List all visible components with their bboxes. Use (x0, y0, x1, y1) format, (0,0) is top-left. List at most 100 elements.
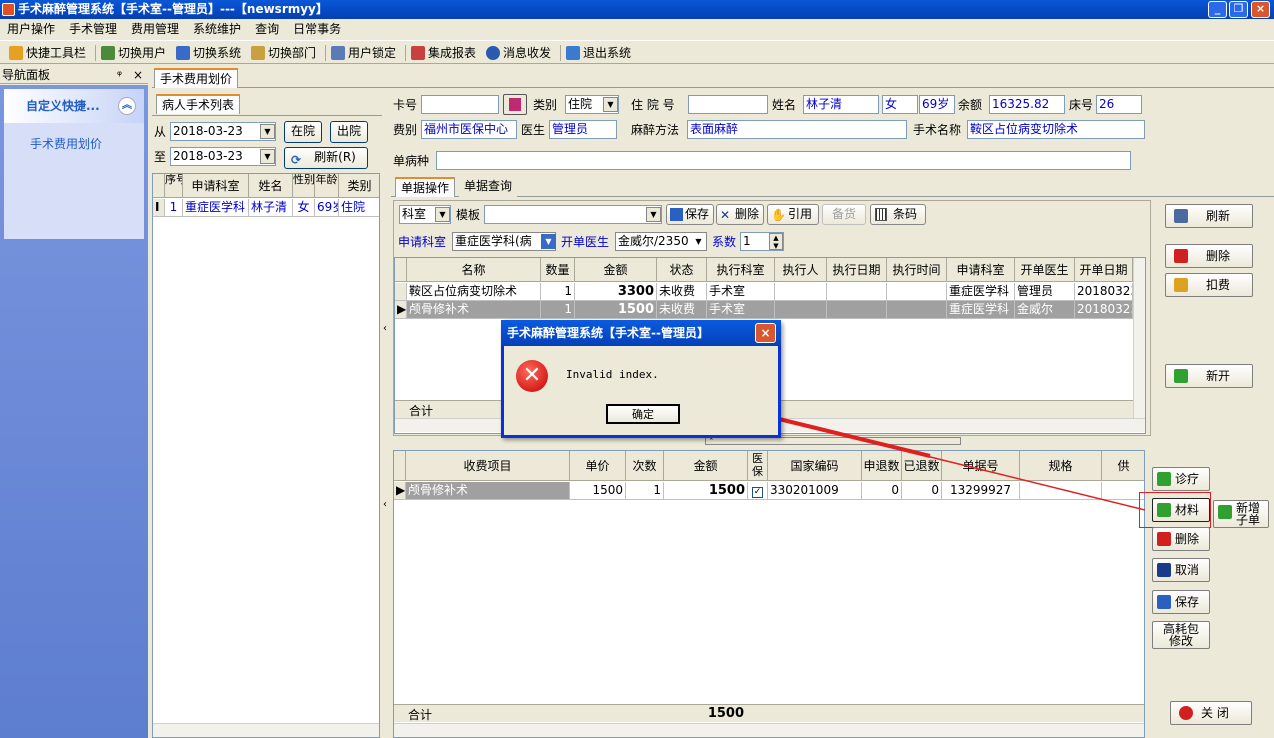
close-button[interactable]: × (1251, 1, 1270, 18)
chevron-down-icon[interactable]: ▼ (260, 124, 275, 139)
chevron-down-icon[interactable]: ▼ (260, 149, 275, 164)
bed-label: 床号 (1069, 98, 1094, 112)
menu-query[interactable]: 查询 (248, 19, 286, 39)
upper-vscroll[interactable] (1133, 258, 1145, 418)
tab-doc-query[interactable]: 单据查询 (459, 177, 518, 197)
chevron-down-icon[interactable]: ▼ (691, 234, 706, 249)
barcode-button[interactable]: 条码 (870, 204, 926, 225)
toolbar-switch-system[interactable]: 切换系统 (175, 44, 241, 62)
system-icon (176, 46, 190, 60)
cell-exec-dept: 手术室 (707, 301, 775, 319)
maximize-button[interactable]: ❐ (1229, 1, 1248, 18)
table-row[interactable]: ▶ 颅骨修补术 1 1500 未收费 手术室 重症医学科 金威尔 2018032… (395, 301, 1135, 319)
cell-item: 颅骨修补术 (406, 482, 570, 500)
menu-surgery[interactable]: 手术管理 (62, 19, 124, 39)
cite-button[interactable]: ✋ 引用 (767, 204, 819, 225)
toolbar-switch-dept[interactable]: 切换部门 (250, 44, 316, 62)
high-consumption-button[interactable]: 高耗包 修改 (1152, 621, 1210, 649)
refresh-button[interactable]: 刷新 (1165, 204, 1253, 228)
new-button[interactable]: 新开 (1165, 364, 1253, 388)
nav-panel: 自定义快捷... ︽ 手术费用划价 (0, 85, 148, 738)
collapse-left-icon[interactable]: ‹ (383, 323, 387, 334)
toolbar-quick[interactable]: 快捷工具栏 (8, 44, 86, 62)
deduct-button[interactable]: 扣费 (1165, 273, 1253, 297)
cell-no: 1 (165, 199, 183, 217)
nav-item-surgery-fee[interactable]: 手术费用划价 (4, 123, 144, 152)
exit-icon (566, 46, 580, 60)
save-charge-button[interactable]: 保存 (1152, 590, 1210, 614)
toolbar-lock[interactable]: 用户锁定 (330, 44, 396, 62)
col-header-dept: 申请科室 (183, 174, 249, 198)
minimize-button[interactable]: _ (1208, 1, 1227, 18)
cell-exec-time (887, 283, 947, 301)
dialog-ok-button[interactable]: 确定 (606, 404, 680, 424)
nav-close-icon[interactable]: × (133, 66, 143, 84)
new-subdoc-button[interactable]: 新增 子单 (1213, 500, 1269, 528)
card-input[interactable] (421, 95, 499, 114)
clinic-button[interactable]: 诊疗 (1152, 467, 1210, 491)
delete-charge-button[interactable]: 删除 (1152, 527, 1210, 551)
refresh-list-button[interactable]: ⟳ 刷新(R) (284, 147, 368, 169)
spinner-icon[interactable]: ▲ ▼ (769, 233, 783, 250)
table-row[interactable]: I 1 重症医学科 林子清 女 69岁 住院 (153, 199, 379, 217)
toolbar-exit[interactable]: 退出系统 (565, 44, 631, 62)
toolbar-separator (405, 45, 406, 61)
splitter[interactable]: ‹ ‹ (383, 89, 391, 738)
tab-surgery-fee[interactable]: 手术费用划价 (154, 68, 239, 88)
cell-name: 鞍区占位病变切除术 (407, 283, 541, 301)
inhospital-button[interactable]: 在院 (284, 121, 322, 143)
dialog-close-button[interactable]: × (755, 323, 776, 343)
toolbar: 快捷工具栏 切换用户 切换系统 切换部门 用户锁定 集成报表 消息收发 退出系统 (0, 40, 1274, 64)
close-window-button[interactable]: 关 闭 (1170, 701, 1252, 725)
cancel-button[interactable]: 取消 (1152, 558, 1210, 582)
inpatient-input[interactable] (688, 95, 768, 114)
patient-list-panel: 病人手术列表 从 2018-03-23 ▼ 在院 出院 至 2018-03-23… (152, 89, 382, 738)
col-header-doctor: 开单医生 (1015, 258, 1075, 282)
sex-field: 女 (882, 95, 918, 114)
card-label: 卡号 (393, 98, 418, 112)
toolbar-switch-user[interactable]: 切换用户 (100, 44, 166, 62)
patient-table-hscroll[interactable] (153, 723, 379, 737)
collapse-left-icon[interactable]: ‹ (383, 499, 387, 510)
col-header-qty: 数量 (541, 258, 575, 282)
save-icon (1157, 595, 1171, 609)
barcode-icon (875, 208, 887, 221)
pin-icon[interactable]: ᵠ (117, 66, 122, 84)
chevron-down-icon[interactable]: ▼ (435, 207, 450, 222)
delete-icon (1174, 249, 1188, 263)
table-row[interactable]: 鞍区占位病变切除术 1 3300 未收费 手术室 重症医学科 管理员 20180… (395, 283, 1135, 301)
discharged-button[interactable]: 出院 (330, 121, 368, 143)
card-reader-button[interactable] (503, 94, 527, 115)
balance-label: 余额 (958, 98, 983, 112)
menu-user[interactable]: 用户操作 (0, 19, 62, 39)
cell-amount: 1500 (575, 301, 657, 319)
nav-group-header[interactable]: 自定义快捷... ︽ (4, 89, 144, 123)
chevron-down-icon[interactable]: ▼ (541, 234, 556, 249)
anes-label: 麻醉方法 (631, 123, 680, 137)
chevron-down-icon[interactable]: ▼ (603, 97, 618, 112)
chevron-down-icon[interactable]: ▼ (646, 207, 661, 222)
close-icon (1157, 563, 1171, 577)
cell-doctor: 金威尔 (1015, 301, 1075, 319)
menu-fee[interactable]: 费用管理 (124, 19, 186, 39)
tab-doc-operation[interactable]: 单据操作 (395, 177, 456, 197)
toolbar-separator (560, 45, 561, 61)
delete-doc-button[interactable]: ✕ 删除 (716, 204, 764, 225)
template-select[interactable] (484, 205, 662, 224)
save-doc-button[interactable]: 保存 (666, 204, 714, 225)
menu-daily[interactable]: 日常事务 (286, 19, 348, 39)
toolbar-report[interactable]: 集成报表 (410, 44, 476, 62)
toolbar-message[interactable]: 消息收发 (485, 44, 551, 62)
chevron-up-icon[interactable]: ︽ (118, 97, 136, 115)
delete-fee-button[interactable]: 删除 (1165, 244, 1253, 268)
dialog-title: 手术麻醉管理系统【手术室--管理员】 (507, 326, 709, 340)
backup-button[interactable]: 备货 (822, 204, 866, 225)
lower-hscroll[interactable] (394, 723, 1144, 737)
cell-qty: 1 (541, 301, 575, 319)
power-icon (1179, 706, 1193, 720)
menu-system[interactable]: 系统维护 (186, 19, 248, 39)
tab-patient-list[interactable]: 病人手术列表 (156, 94, 241, 114)
doc-tabstrip: 单据操作 单据查询 (391, 175, 1274, 197)
tools-icon (9, 46, 23, 60)
disease-input[interactable] (436, 151, 1131, 170)
